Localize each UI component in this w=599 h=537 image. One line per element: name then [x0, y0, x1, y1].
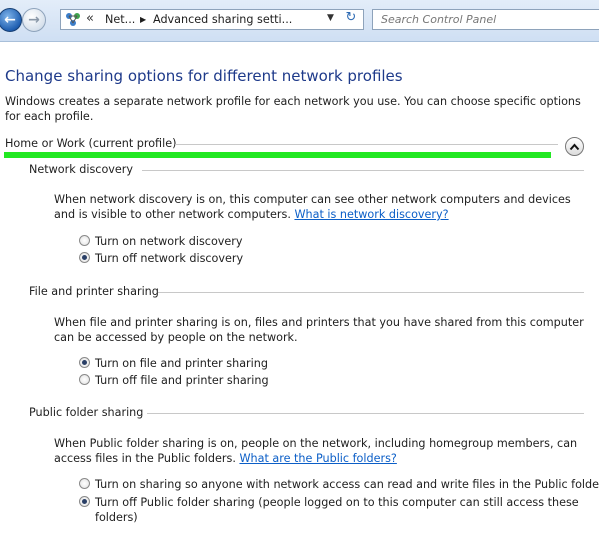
back-button[interactable]: ← — [0, 8, 22, 32]
network-discovery-description: When network discovery is on, this compu… — [54, 192, 584, 222]
profile-divider — [175, 144, 558, 145]
public-folder-description: When Public folder sharing is on, people… — [54, 436, 584, 466]
radio-button-selected[interactable] — [79, 357, 90, 368]
collapse-profile-button[interactable] — [565, 137, 584, 156]
section-file-printer-title: File and printer sharing — [29, 285, 159, 298]
option-label: Turn off Public folder sharing (people l… — [95, 496, 579, 524]
radio-button-selected[interactable] — [79, 252, 90, 263]
chevron-up-icon — [569, 142, 580, 150]
forward-button[interactable]: → — [22, 8, 46, 32]
search-input[interactable] — [381, 13, 599, 26]
radio-button[interactable] — [79, 478, 90, 489]
address-history-chevron[interactable]: « — [86, 11, 94, 26]
radio-button[interactable] — [79, 374, 90, 385]
section-divider — [147, 413, 584, 414]
network-discovery-help-link[interactable]: What is network discovery? — [294, 208, 448, 221]
option-label: Turn on file and printer sharing — [95, 357, 268, 370]
network-icon — [66, 13, 80, 26]
highlight-underline — [4, 152, 551, 158]
page-title: Change sharing options for different net… — [5, 67, 403, 85]
option-label: Turn off network discovery — [95, 252, 244, 265]
back-arrow-icon: ← — [4, 12, 16, 28]
address-dropdown-icon[interactable]: ▼ — [327, 13, 334, 23]
radio-button-selected[interactable] — [79, 496, 90, 507]
refresh-icon: ↻ — [345, 10, 357, 25]
public-folders-help-link[interactable]: What are the Public folders? — [239, 452, 396, 465]
breadcrumb-separator-icon[interactable]: ▶ — [140, 13, 146, 26]
section-divider — [158, 292, 584, 293]
refresh-button[interactable]: ↻ — [340, 10, 362, 28]
address-bar[interactable]: « Net... ▶ Advanced sharing setti... ▼ — [60, 9, 364, 30]
option-label: Turn on network discovery — [95, 235, 243, 248]
search-box[interactable] — [372, 9, 599, 30]
section-network-discovery-title: Network discovery — [29, 163, 134, 176]
breadcrumb-network[interactable]: Net... — [105, 13, 135, 26]
option-label: Turn off file and printer sharing — [95, 374, 269, 387]
option-label: Turn on sharing so anyone with network a… — [95, 478, 599, 491]
section-divider — [142, 170, 584, 171]
radio-button[interactable] — [79, 235, 90, 246]
breadcrumb-advanced-sharing[interactable]: Advanced sharing setti... — [153, 13, 292, 26]
section-public-folder-title: Public folder sharing — [29, 406, 144, 419]
address-toolbar: ← → « Net... ▶ Advanced sharing setti...… — [0, 0, 599, 42]
file-printer-description: When file and printer sharing is on, fil… — [54, 316, 584, 344]
page-description: Windows creates a separate network profi… — [5, 95, 581, 123]
profile-label: Home or Work (current profile) — [5, 137, 177, 150]
forward-arrow-icon: → — [28, 12, 40, 28]
